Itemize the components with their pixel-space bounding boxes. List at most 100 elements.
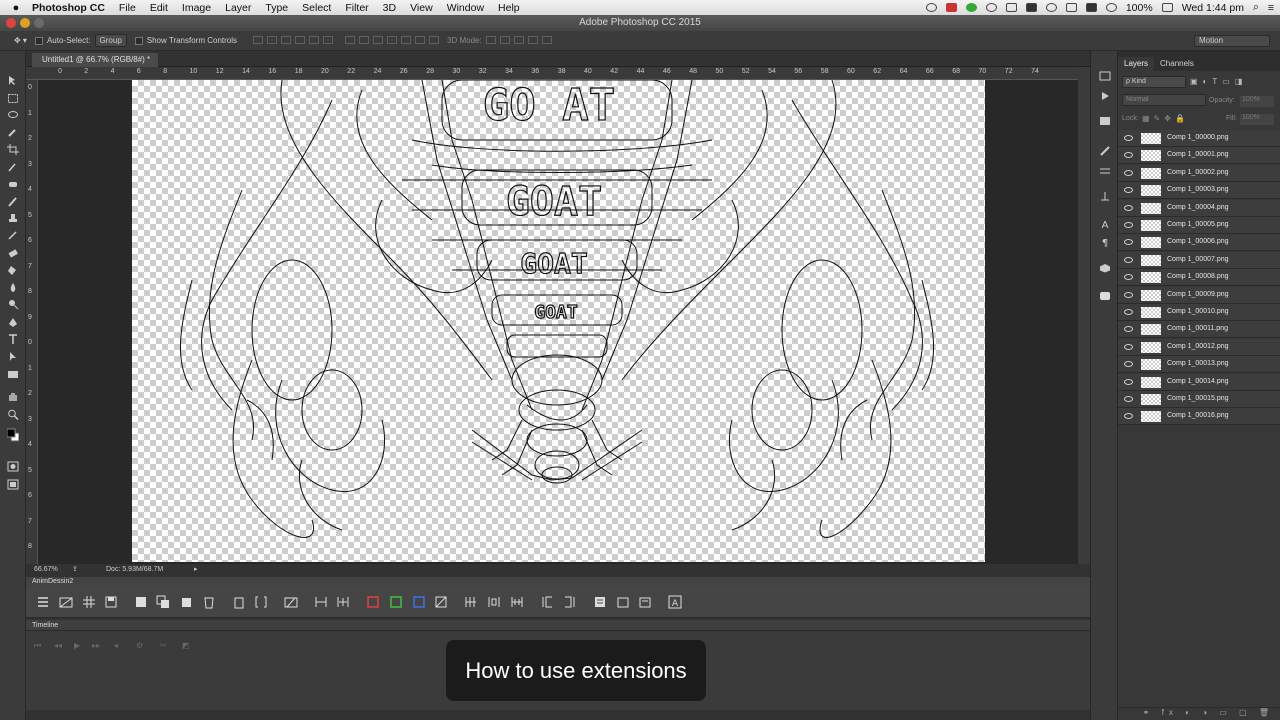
visibility-eye-icon[interactable]	[1124, 204, 1133, 211]
about-icon[interactable]: A	[668, 595, 682, 609]
visibility-eye-icon[interactable]	[1124, 361, 1133, 368]
onion-layer-icon[interactable]	[284, 595, 298, 609]
animdessin-panel-header[interactable]: AnimDessin2	[26, 577, 1090, 587]
color-panel-icon[interactable]	[1099, 116, 1111, 126]
wifi-icon[interactable]	[1105, 3, 1117, 12]
go-last-frame-icon[interactable]	[563, 595, 577, 609]
align-icons[interactable]	[249, 35, 334, 46]
visibility-eye-icon[interactable]	[1124, 222, 1133, 228]
eyedropper-tool-icon[interactable]	[7, 161, 19, 172]
search-icon[interactable]: ⌕	[1253, 1, 1259, 14]
distribute-icons[interactable]	[341, 35, 440, 46]
blue-channel-icon[interactable]	[412, 595, 426, 609]
globe-icon[interactable]	[985, 3, 997, 12]
type-tool-icon[interactable]	[7, 334, 19, 345]
canvas-vertical-scrollbar[interactable]	[1078, 67, 1090, 564]
adjustments-panel-icon[interactable]	[1099, 166, 1111, 176]
audio-icon[interactable]: ◂	[114, 641, 118, 650]
layer-row[interactable]: Comp 1_00010.png	[1118, 304, 1280, 321]
menu-layer[interactable]: Layer	[225, 2, 251, 14]
tab-channels[interactable]: Channels	[1154, 57, 1200, 71]
layer-row[interactable]: Comp 1_00007.png	[1118, 251, 1280, 269]
layer-row[interactable]: Comp 1_00008.png	[1118, 269, 1280, 287]
export-text-icon[interactable]	[638, 595, 652, 609]
layer-row[interactable]: Comp 1_00011.png	[1118, 321, 1280, 339]
paragraph-panel-icon[interactable]: ¶	[1099, 237, 1111, 249]
visibility-eye-icon[interactable]	[1124, 239, 1133, 246]
rectangle-tool-icon[interactable]	[7, 369, 19, 380]
menubar-clock[interactable]: Wed 1:44 pm	[1182, 2, 1244, 14]
visibility-eye-icon[interactable]	[1124, 413, 1133, 420]
layer-filter-kind[interactable]: ρ Kind	[1122, 76, 1186, 88]
foreground-background-color-icon[interactable]	[6, 425, 20, 445]
blur-tool-icon[interactable]	[7, 282, 19, 293]
menu-view[interactable]: View	[410, 2, 433, 14]
screen-mode-icon[interactable]	[7, 479, 19, 490]
transform-controls-checkbox[interactable]	[134, 36, 143, 45]
green-status-icon[interactable]	[965, 3, 977, 12]
menu-image[interactable]: Image	[182, 2, 211, 14]
workspace-dropdown[interactable]: Motion	[1194, 35, 1270, 47]
fill-value[interactable]: 100%	[1240, 114, 1274, 125]
history-panel-icon[interactable]	[1099, 71, 1111, 81]
apple-menu-icon[interactable]: ●	[0, 2, 32, 14]
list-icon[interactable]: ≡	[1268, 2, 1274, 14]
healing-brush-tool-icon[interactable]	[7, 179, 19, 190]
play-icon[interactable]: ▶	[74, 641, 80, 650]
visibility-eye-icon[interactable]	[1124, 169, 1133, 176]
delete-frame-icon[interactable]	[202, 595, 216, 609]
visibility-eye-icon[interactable]	[1124, 274, 1133, 281]
sync-icon[interactable]	[925, 3, 937, 12]
battery-percent[interactable]: 100%	[1126, 2, 1153, 14]
shorten-frame-icon[interactable]	[314, 595, 328, 609]
document-canvas[interactable]: GO AT GOAT GOAT GOAT	[132, 80, 985, 562]
export-icon[interactable]: ⇪	[72, 565, 78, 573]
crop-tool-icon[interactable]	[7, 144, 19, 155]
export-html-icon[interactable]	[616, 595, 630, 609]
layer-row[interactable]: Comp 1_00000.png	[1118, 130, 1280, 147]
layer-row[interactable]: Comp 1_00015.png	[1118, 391, 1280, 408]
zoom-window-icon[interactable]	[34, 18, 44, 28]
lock-icons[interactable]: ▦✎✥🔒	[1142, 114, 1189, 123]
green-channel-icon[interactable]	[389, 595, 403, 609]
duplicate-frame-icon[interactable]	[156, 595, 170, 609]
copy-frame-icon[interactable]	[179, 595, 193, 609]
menu-app-name[interactable]: Photoshop CC	[32, 2, 105, 14]
red-channel-icon[interactable]	[366, 595, 380, 609]
zoom-tool-icon[interactable]	[7, 409, 19, 421]
menu-window[interactable]: Window	[447, 2, 484, 14]
grid-frames-icon[interactable]	[82, 595, 96, 609]
next-frame-icon[interactable]: ▸▸	[92, 641, 100, 650]
menu-file[interactable]: File	[119, 2, 136, 14]
auto-select-checkbox[interactable]	[34, 36, 43, 45]
layer-row[interactable]: Comp 1_00012.png	[1118, 338, 1280, 356]
path-select-tool-icon[interactable]	[7, 351, 19, 362]
layer-footer-icons[interactable]: ⚭ fx ◐ ◑ ▭ ▢ 🗑	[1118, 707, 1280, 720]
visibility-eye-icon[interactable]	[1124, 396, 1133, 402]
brush-panel-icon[interactable]	[1099, 146, 1111, 156]
quick-select-tool-icon[interactable]	[7, 127, 19, 138]
layer-row[interactable]: Comp 1_00004.png	[1118, 199, 1280, 217]
layer-row[interactable]: Comp 1_00001.png	[1118, 147, 1280, 165]
display-icon[interactable]	[1065, 3, 1077, 12]
move-tool-icon[interactable]	[7, 75, 19, 86]
layer-row[interactable]: Comp 1_00006.png	[1118, 234, 1280, 252]
minimize-window-icon[interactable]	[20, 18, 30, 28]
clone-source-panel-icon[interactable]	[1099, 191, 1111, 201]
select-frames-icon[interactable]	[464, 595, 478, 609]
app-status-icon[interactable]	[945, 3, 957, 12]
transition-icon[interactable]: ◩	[182, 641, 190, 650]
go-first-frame-icon[interactable]	[540, 595, 554, 609]
split-icon[interactable]: ✂	[160, 641, 167, 650]
tab-layers[interactable]: Layers	[1118, 57, 1155, 71]
layer-row[interactable]: Comp 1_00002.png	[1118, 164, 1280, 182]
auto-select-dropdown[interactable]: Group	[94, 34, 127, 47]
layer-row[interactable]: Comp 1_00009.png	[1118, 286, 1280, 304]
no-color-icon[interactable]	[434, 595, 448, 609]
menu-type[interactable]: Type	[265, 2, 288, 14]
layer-row[interactable]: Comp 1_00014.png	[1118, 373, 1280, 391]
visibility-eye-icon[interactable]	[1124, 343, 1133, 350]
layers-panel-icon[interactable]	[1099, 291, 1111, 301]
layer-filter-icons[interactable]: ▣◐T▭◨	[1190, 77, 1247, 86]
visibility-eye-icon[interactable]	[1124, 256, 1133, 263]
